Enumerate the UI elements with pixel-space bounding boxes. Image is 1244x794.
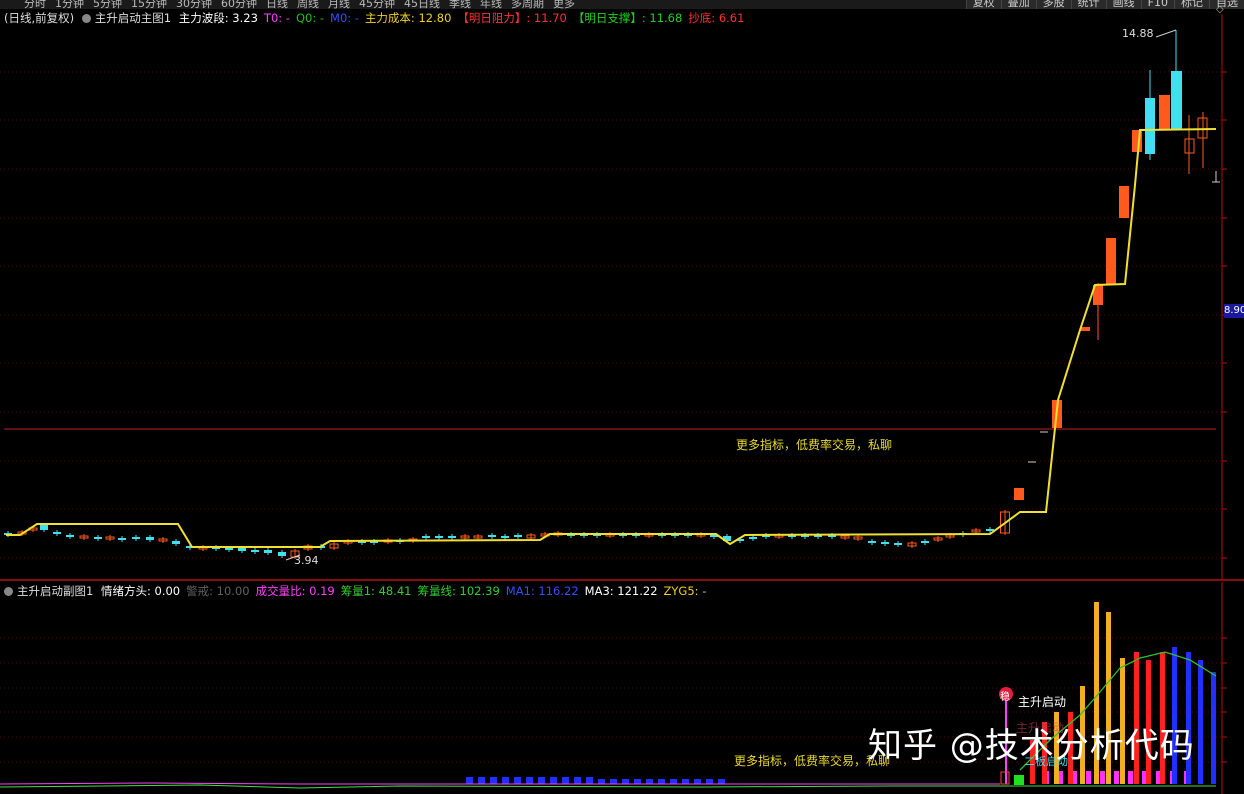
- sub-indicator-name[interactable]: 主升启动副图1: [17, 584, 93, 598]
- sub-small-bar: [682, 779, 689, 784]
- sub-magenta-bar: [1086, 771, 1091, 784]
- main-rise-label: 主升启动: [1018, 695, 1067, 709]
- sub-small-bar: [610, 779, 617, 784]
- current-price-box: 8.90: [1224, 304, 1244, 318]
- candle-flat-70: [921, 541, 929, 543]
- candle-flat-39: [514, 535, 522, 537]
- candle-flat-7: [94, 537, 102, 539]
- candle-flat-3: [40, 525, 48, 530]
- candle-rally-8: [1106, 238, 1116, 285]
- candle-flat-67: [881, 542, 889, 544]
- sub-small-bar: [490, 777, 497, 784]
- candle-flat-32: [422, 536, 430, 538]
- candle-flat-18: [238, 548, 246, 551]
- main-wave-line: [6, 128, 1217, 548]
- sub-chart-header: 主升启动副图1 情绪方头: 0.00 警戒: 10.00 成交量比: 0.19 筹量1…: [4, 583, 716, 599]
- sub-indicator-item-2: 成交量比: 0.19: [255, 584, 335, 598]
- more-indicators-sub-label: 更多指标，低费率交易，私聊: [734, 754, 891, 768]
- diamond-icon: ◇: [1216, 4, 1224, 15]
- candle-rally-9: [1119, 186, 1129, 218]
- high-arrow: [1155, 29, 1177, 38]
- sub-small-bar: [706, 779, 713, 784]
- candle-flat-38: [501, 536, 509, 538]
- sub-bottom-line-2: [0, 782, 1000, 785]
- sub-small-bar: [574, 777, 581, 784]
- candle-flat-10: [132, 537, 140, 539]
- sub-small-bar: [502, 777, 509, 784]
- candle-flat-5: [66, 535, 74, 537]
- low-price-label: 3.94: [294, 554, 319, 567]
- candle-flat-33: [435, 536, 443, 538]
- candle-top-2: [1159, 95, 1170, 129]
- sub-indicator-item-4: 筹量线: 102.39: [417, 584, 500, 598]
- chart-canvas[interactable]: ◇: [0, 0, 1244, 794]
- sub-small-bar: [466, 777, 473, 784]
- sub-small-bar: [670, 779, 677, 784]
- candle-flat-57: [749, 537, 757, 539]
- sub-small-bar: [562, 777, 569, 784]
- candle-flat-4: [53, 532, 61, 534]
- candle-top-1: [1145, 98, 1155, 154]
- high-price-label: 14.88: [1122, 27, 1154, 40]
- sub-small-bar: [478, 777, 485, 784]
- sub-small-bar: [538, 777, 545, 784]
- candle-flat-68: [894, 543, 902, 545]
- candle-flat-21: [278, 552, 286, 556]
- sub-small-bar: [658, 779, 665, 784]
- sub-small-bar: [550, 777, 557, 784]
- sub-tall-bar-13: [1198, 660, 1203, 784]
- sub-small-bar: [646, 779, 653, 784]
- candle-flat-13: [172, 541, 180, 544]
- candle-flat-9: [118, 538, 126, 540]
- sub-tall-bar-14: [1211, 672, 1216, 784]
- candle-top-3: [1171, 71, 1182, 130]
- sub-indicator-settings-icon[interactable]: [4, 587, 13, 596]
- candle-flat-20: [264, 550, 272, 553]
- sub-small-bar: [634, 779, 641, 784]
- candle-rally-2: [1014, 488, 1024, 500]
- sub-indicator-item-5: MA1: 116.22: [505, 584, 579, 598]
- sub-magenta-bar: [1128, 771, 1133, 784]
- price-gridlines: [0, 71, 1222, 559]
- sub-small-bar: [718, 779, 725, 784]
- sub-indicator-item-1: 警戒: 10.00: [186, 584, 250, 598]
- candle-flat-75: [986, 529, 994, 531]
- sub-bottom-line: [0, 784, 1216, 789]
- sub-indicator-item-3: 筹量1: 48.41: [340, 584, 412, 598]
- sub-indicator-item-0: 情绪方头: 0.00: [100, 584, 181, 598]
- sub-small-bar: [694, 779, 701, 784]
- sub-small-bar: [586, 777, 593, 784]
- start-marker: [1014, 775, 1024, 785]
- sub-magenta-bar: [1100, 771, 1105, 784]
- candle-flat-34: [448, 536, 456, 538]
- sub-small-bar: [598, 779, 605, 784]
- sub-indicator-item-7: ZYG5: -: [663, 584, 707, 598]
- sub-small-bar: [526, 777, 533, 784]
- sub-indicator-values: 情绪方头: 0.00 警戒: 10.00 成交量比: 0.19 筹量1: 48.41 筹…: [101, 584, 712, 598]
- sub-magenta-bar: [1114, 771, 1119, 784]
- candle-flat-17: [225, 548, 233, 550]
- axis-ticks: [1222, 71, 1227, 763]
- sub-small-bar: [622, 779, 629, 784]
- watermark: 知乎 @技术分析代码: [868, 726, 1195, 766]
- candle-flat-19: [251, 550, 259, 552]
- wen-badge: 稳: [1000, 692, 1010, 703]
- candle-flat-11: [146, 537, 154, 540]
- candle-flat-37: [488, 535, 496, 537]
- sub-small-bar: [514, 777, 521, 784]
- more-indicators-label: 更多指标，低费率交易，私聊: [736, 438, 893, 452]
- sub-indicator-item-6: MA3: 121.22: [584, 584, 658, 598]
- candle-flat-66: [868, 541, 876, 543]
